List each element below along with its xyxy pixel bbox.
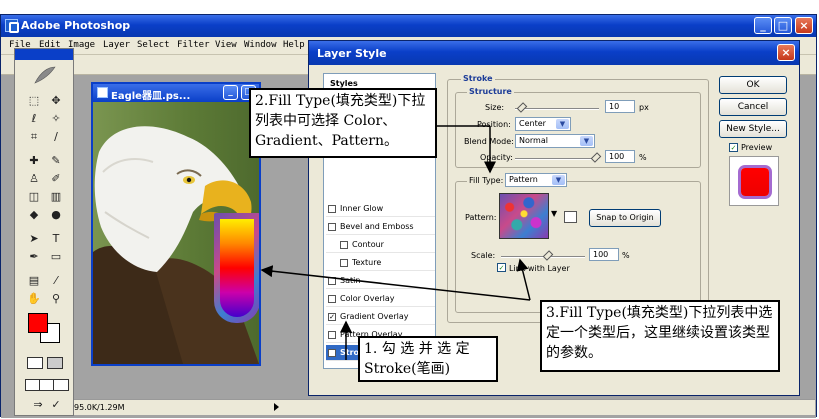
callout-1: 1. 勾 选 并 选 定 Stroke(笔画) [358, 336, 498, 382]
arrow-3b [516, 258, 531, 301]
callout-2: 2.Fill Type(填充类型)下拉列表中可选择 Color、Gradient… [249, 88, 437, 158]
callout-3: 3.Fill Type(填充类型)下拉列表中选定一个类型后，这里继续设置该类型的… [540, 300, 780, 372]
arrow-3a [260, 265, 531, 301]
